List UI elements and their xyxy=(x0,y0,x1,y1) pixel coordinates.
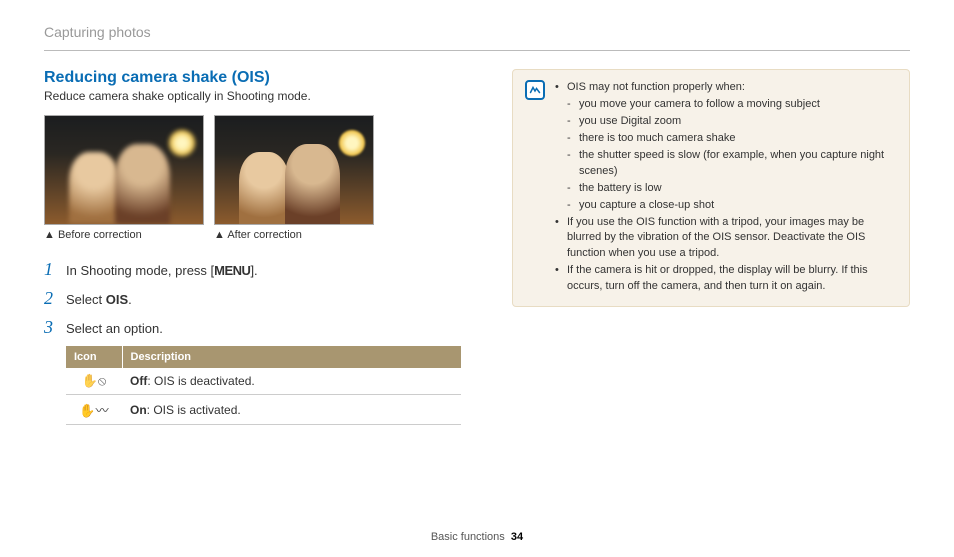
note-item: If the camera is hit or dropped, the dis… xyxy=(555,263,897,295)
note-subitem: you move your camera to follow a moving … xyxy=(567,97,897,113)
page-title: Reducing camera shake (OIS) xyxy=(44,69,464,87)
thumb-after-correction xyxy=(214,115,374,225)
note-item: If you use the OIS function with a tripo… xyxy=(555,215,897,263)
section-header: Capturing photos xyxy=(44,24,910,40)
col-icon: Icon xyxy=(66,346,122,368)
divider xyxy=(44,50,910,51)
step-2-text-post: . xyxy=(128,292,132,307)
row-label-rest: : OIS is activated. xyxy=(147,403,241,417)
right-column: OIS may not function properly when:you m… xyxy=(512,69,910,425)
table-row: ✋〰 On: OIS is activated. xyxy=(66,395,461,425)
step-number: 2 xyxy=(44,288,66,309)
caption-after: ▲ After correction xyxy=(214,229,374,241)
note-subitem: the battery is low xyxy=(567,181,897,197)
page-footer: Basic functions 34 xyxy=(0,531,954,543)
steps-list: 1 In Shooting mode, press [MENU]. 2 Sele… xyxy=(44,259,464,338)
note-item: OIS may not function properly when:you m… xyxy=(555,80,897,214)
table-row: ✋⦸ Off: OIS is deactivated. xyxy=(66,368,461,395)
note-box: OIS may not function properly when:you m… xyxy=(512,69,910,307)
ois-on-icon: ✋〰 xyxy=(79,400,108,419)
left-column: Reducing camera shake (OIS) Reduce camer… xyxy=(44,69,464,425)
note-subitem: the shutter speed is slow (for example, … xyxy=(567,148,897,180)
step-2-bold: OIS xyxy=(106,292,128,307)
ois-off-icon: ✋⦸ xyxy=(82,373,107,389)
example-images xyxy=(44,115,464,225)
options-table: Icon Description ✋⦸ Off: OIS is deactiva… xyxy=(66,346,461,425)
step-3-text: Select an option. xyxy=(66,321,163,336)
step-1-text-post: ]. xyxy=(250,263,257,278)
note-subitem: you capture a close-up shot xyxy=(567,198,897,214)
intro-text: Reduce camera shake optically in Shootin… xyxy=(44,89,464,103)
row-label-bold: Off xyxy=(130,374,147,388)
row-label-rest: : OIS is deactivated. xyxy=(147,374,254,388)
step-2-text-pre: Select xyxy=(66,292,106,307)
step-number: 3 xyxy=(44,317,66,338)
note-subitem: you use Digital zoom xyxy=(567,114,897,130)
thumb-before-correction xyxy=(44,115,204,225)
note-icon xyxy=(525,80,545,100)
step-1-text-pre: In Shooting mode, press [ xyxy=(66,263,214,278)
caption-before: ▲ Before correction xyxy=(44,229,204,241)
menu-button-label: MENU xyxy=(214,263,250,278)
step-number: 1 xyxy=(44,259,66,280)
footer-label: Basic functions xyxy=(431,531,505,543)
note-subitem: there is too much camera shake xyxy=(567,131,897,147)
row-label-bold: On xyxy=(130,403,147,417)
page-number: 34 xyxy=(511,531,523,543)
col-description: Description xyxy=(122,346,461,368)
